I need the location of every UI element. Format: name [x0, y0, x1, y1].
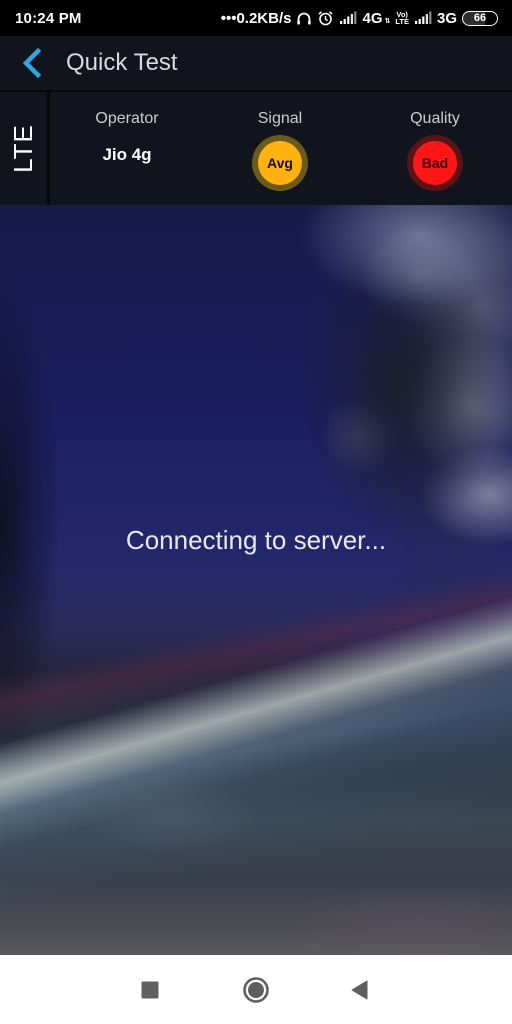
operator-value: Jio 4g — [102, 145, 152, 164]
signal-icon — [339, 11, 357, 25]
square-icon — [141, 981, 159, 998]
info-columns: Operator Jio 4g Signal Avg Quality Bad — [50, 92, 512, 205]
system-back-button[interactable] — [330, 955, 390, 1024]
data-arrows-icon: ⇅ — [384, 18, 391, 25]
back-button[interactable] — [8, 36, 56, 90]
status-icons: •••0.2KB/s 4G ⇅ Vo) LTE 3G 66 — [221, 10, 498, 27]
status-bar: 10:24 PM •••0.2KB/s 4G ⇅ Vo) LTE 3G 66 — [0, 0, 512, 36]
quality-badge: Bad — [407, 135, 463, 191]
operator-label: Operator — [95, 110, 159, 127]
home-button[interactable] — [226, 955, 286, 1024]
operator-column: Operator Jio 4g — [77, 92, 177, 205]
signal-value: Avg — [258, 141, 302, 185]
background-glow — [0, 205, 512, 955]
net-speed: •••0.2KB/s — [220, 9, 292, 27]
signal-label: Signal — [257, 110, 303, 127]
network-type-label: LTE — [8, 124, 39, 173]
volte-icon: Vo) LTE — [395, 11, 409, 26]
battery-icon: 66 — [462, 10, 498, 26]
signal-column: Signal Avg — [230, 92, 330, 205]
battery-level: 66 — [473, 12, 487, 24]
triangle-back-icon — [351, 980, 368, 999]
screen: 10:24 PM •••0.2KB/s 4G ⇅ Vo) LTE 3G 66 Q… — [0, 0, 512, 1024]
circle-home-icon — [243, 976, 269, 1003]
headset-icon — [296, 11, 312, 26]
status-time: 10:24 PM — [15, 9, 82, 27]
signal-badge: Avg — [252, 135, 308, 191]
network-type-tab[interactable]: LTE — [0, 92, 50, 205]
recents-button[interactable] — [120, 955, 180, 1024]
page-title: Quick Test — [66, 49, 178, 76]
sim2-network: 3G — [436, 9, 457, 27]
sim1-network: 4G — [362, 9, 383, 27]
system-nav-bar — [0, 955, 512, 1024]
quality-value: Bad — [413, 141, 457, 185]
signal-icon — [414, 11, 432, 25]
quality-label: Quality — [410, 110, 460, 127]
volte-bottom: LTE — [395, 17, 409, 26]
alarm-icon — [317, 10, 334, 26]
network-info-panel: LTE Operator Jio 4g Signal Avg Quality B… — [0, 90, 512, 205]
app-bar: Quick Test — [0, 36, 512, 90]
test-content-area: Connecting to server... — [0, 205, 512, 955]
connection-status-message: Connecting to server... — [125, 525, 387, 555]
chevron-left-icon — [22, 48, 42, 78]
quality-column: Quality Bad — [385, 92, 485, 205]
